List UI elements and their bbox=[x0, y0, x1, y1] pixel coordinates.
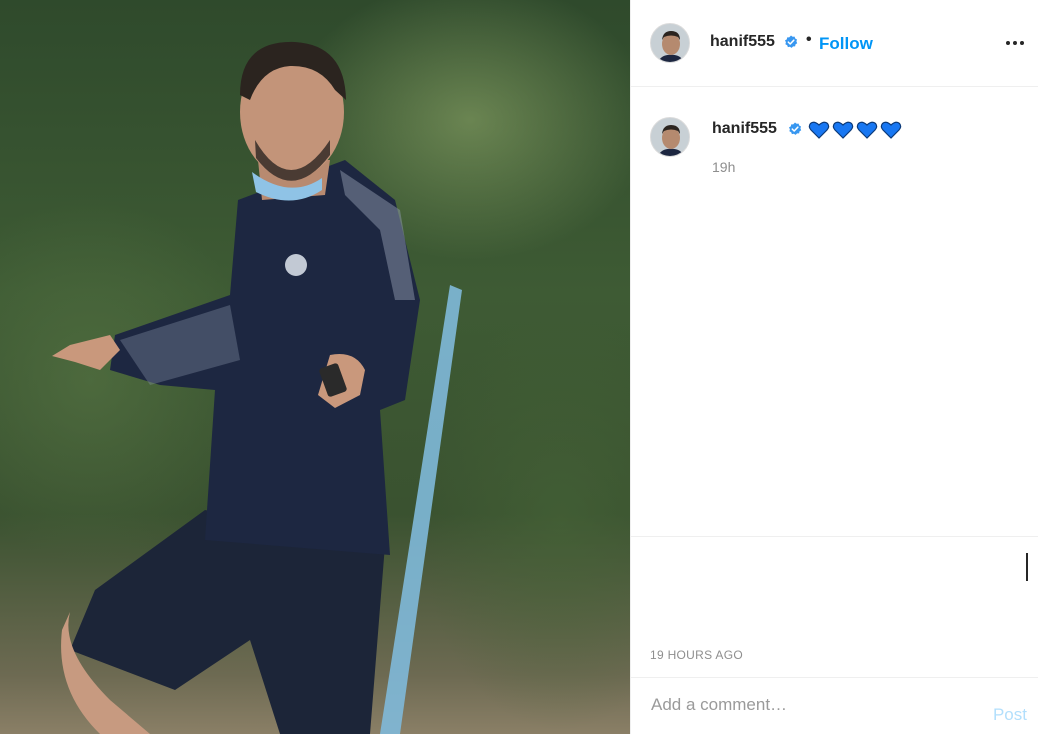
blue-heart-icon bbox=[832, 121, 854, 139]
comment-input[interactable] bbox=[649, 692, 973, 718]
more-options-icon[interactable] bbox=[1006, 30, 1026, 54]
blue-heart-icon bbox=[808, 121, 830, 139]
caption-username[interactable]: hanif555 bbox=[712, 120, 777, 138]
post-timestamp[interactable]: 19 HOURS AGO bbox=[650, 648, 743, 662]
actions-section bbox=[631, 536, 1038, 637]
post-photo[interactable] bbox=[0, 0, 630, 734]
comment-form: Post bbox=[631, 677, 1038, 734]
blue-heart-icon bbox=[880, 121, 902, 139]
post-comment-button[interactable]: Post bbox=[993, 705, 1027, 725]
post-header: hanif555 • Follow bbox=[631, 0, 1038, 87]
author-avatar[interactable] bbox=[650, 23, 690, 63]
verified-badge-icon bbox=[789, 122, 802, 135]
caption-section: hanif555 19h bbox=[631, 88, 1038, 536]
caption-time[interactable]: 19h bbox=[712, 159, 735, 175]
text-cursor bbox=[1026, 553, 1028, 581]
author-username[interactable]: hanif555 bbox=[710, 33, 775, 51]
verified-badge-icon bbox=[785, 35, 798, 48]
follow-button[interactable]: Follow bbox=[819, 34, 873, 54]
coach-photo-illustration bbox=[52, 41, 462, 734]
separator-dot: • bbox=[806, 31, 812, 48]
caption-emoji-hearts bbox=[808, 120, 902, 140]
caption-avatar[interactable] bbox=[650, 117, 690, 157]
blue-heart-icon bbox=[856, 121, 878, 139]
